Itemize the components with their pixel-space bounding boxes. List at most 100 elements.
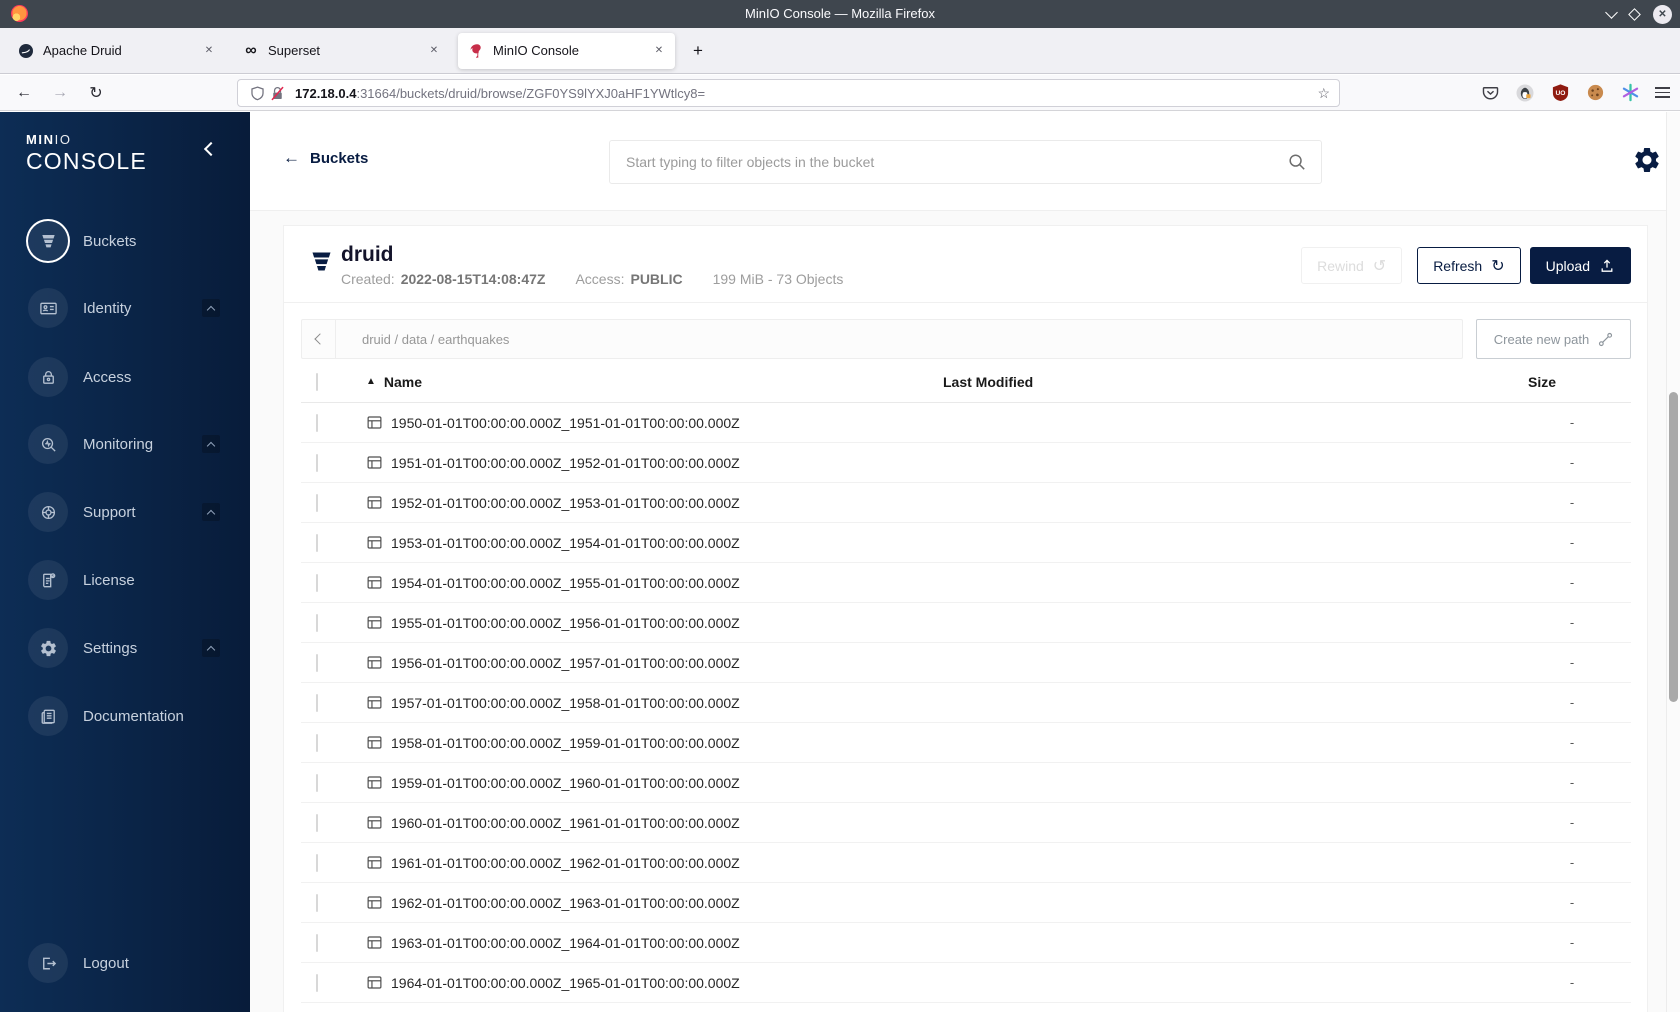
ublock-icon[interactable]: UO (1550, 83, 1570, 103)
sidebar-item-identity[interactable]: Identity (28, 284, 224, 332)
back-label: Buckets (310, 149, 369, 167)
minio-app: MINIO CONSOLE Buckets Identity Access Mo… (0, 112, 1680, 1012)
row-checkbox[interactable] (316, 773, 318, 792)
scrollbar-thumb[interactable] (1669, 392, 1678, 702)
table-row[interactable]: 1950-01-01T00:00:00.000Z_1951-01-01T00:0… (301, 403, 1631, 443)
sidebar-item-label: Identity (83, 299, 132, 317)
logout-icon (39, 954, 58, 973)
tab-close-icon[interactable]: ✕ (424, 41, 444, 61)
row-checkbox[interactable] (316, 533, 318, 552)
object-name: 1951-01-01T00:00:00.000Z_1952-01-01T00:0… (391, 454, 740, 471)
sidebar-item-logout[interactable]: Logout (28, 939, 224, 987)
row-checkbox[interactable] (316, 573, 318, 592)
select-all-checkbox[interactable] (316, 372, 318, 391)
extension-penguin-icon[interactable] (1515, 83, 1535, 103)
tab-minio-console[interactable]: MinIO Console ✕ (458, 32, 675, 69)
refresh-button[interactable]: Refresh ↻ (1417, 247, 1521, 284)
row-checkbox[interactable] (316, 933, 318, 952)
row-checkbox[interactable] (316, 973, 318, 992)
row-checkbox[interactable] (316, 693, 318, 712)
table-row[interactable]: 1953-01-01T00:00:00.000Z_1954-01-01T00:0… (301, 523, 1631, 563)
window-title: MinIO Console — Mozilla Firefox (745, 6, 935, 21)
insecure-lock-icon[interactable] (267, 83, 287, 103)
search-input[interactable] (624, 153, 1287, 171)
tab-superset[interactable]: ∞ Superset ✕ (233, 33, 450, 69)
object-file-icon (366, 974, 383, 991)
table-row[interactable]: 1957-01-01T00:00:00.000Z_1958-01-01T00:0… (301, 683, 1631, 723)
sidebar-item-access[interactable]: Access (28, 353, 224, 401)
row-checkbox[interactable] (316, 413, 318, 432)
sidebar-item-label: Monitoring (83, 435, 154, 453)
maximize-icon[interactable] (1628, 7, 1641, 21)
content-area: druid Created: 2022-08-15T14:08:47Z Acce… (250, 212, 1680, 1012)
tab-close-icon[interactable]: ✕ (199, 41, 219, 61)
column-last-modified[interactable]: Last Modified (933, 374, 1513, 390)
settings-gear-icon[interactable] (1632, 145, 1662, 175)
table-row[interactable]: 1954-01-01T00:00:00.000Z_1955-01-01T00:0… (301, 563, 1631, 603)
table-row[interactable]: 1961-01-01T00:00:00.000Z_1962-01-01T00:0… (301, 843, 1631, 883)
row-checkbox[interactable] (316, 813, 318, 832)
sort-asc-icon[interactable]: ▲ (366, 376, 376, 387)
row-checkbox[interactable] (316, 613, 318, 632)
row-checkbox[interactable] (316, 733, 318, 752)
url-bar[interactable]: 172.18.0.4:31664/buckets/druid/browse/ZG… (237, 79, 1340, 107)
column-size[interactable]: Size (1513, 374, 1631, 390)
table-row[interactable]: 1955-01-01T00:00:00.000Z_1956-01-01T00:0… (301, 603, 1631, 643)
tab-apache-druid[interactable]: Apache Druid ✕ (8, 33, 225, 69)
table-row[interactable]: 1956-01-01T00:00:00.000Z_1957-01-01T00:0… (301, 643, 1631, 683)
chevron-up-icon[interactable] (202, 299, 220, 317)
object-file-icon (366, 494, 383, 511)
shield-icon[interactable] (247, 83, 267, 103)
object-file-icon (366, 774, 383, 791)
sidebar-item-license[interactable]: License (28, 556, 224, 604)
table-row[interactable]: 1964-01-01T00:00:00.000Z_1965-01-01T00:0… (301, 963, 1631, 1003)
screen: MinIO Console — Mozilla Firefox ✕ Apache… (0, 0, 1680, 1012)
chevron-up-icon[interactable] (202, 503, 220, 521)
table-row[interactable]: 1960-01-01T00:00:00.000Z_1961-01-01T00:0… (301, 803, 1631, 843)
session-manager-icon[interactable] (1620, 83, 1640, 103)
column-name[interactable]: Name (384, 374, 422, 390)
tab-bar: Apache Druid ✕ ∞ Superset ✕ MinIO Consol… (0, 28, 1680, 74)
row-checkbox[interactable] (316, 893, 318, 912)
sidebar-collapse-icon[interactable] (203, 141, 219, 157)
path-back-button[interactable] (302, 320, 336, 358)
browse-bar: druid / data / earthquakes Create new pa… (301, 319, 1631, 359)
row-checkbox[interactable] (316, 653, 318, 672)
object-file-icon (366, 454, 383, 471)
table-row[interactable]: 1963-01-01T00:00:00.000Z_1964-01-01T00:0… (301, 923, 1631, 963)
chevron-up-icon[interactable] (202, 435, 220, 453)
object-name: 1963-01-01T00:00:00.000Z_1964-01-01T00:0… (391, 934, 740, 951)
breadcrumb[interactable]: druid / data / earthquakes (362, 332, 509, 347)
reload-icon[interactable]: ↻ (80, 75, 112, 110)
back-icon[interactable]: ← (8, 75, 40, 110)
tab-close-icon[interactable]: ✕ (649, 41, 669, 61)
close-icon[interactable]: ✕ (1653, 4, 1672, 24)
sidebar-item-settings[interactable]: Settings (28, 624, 224, 672)
table-row[interactable]: 1958-01-01T00:00:00.000Z_1959-01-01T00:0… (301, 723, 1631, 763)
page-scrollbar[interactable] (1666, 112, 1680, 1012)
table-row[interactable]: 1959-01-01T00:00:00.000Z_1960-01-01T00:0… (301, 763, 1631, 803)
table-row[interactable]: 1951-01-01T00:00:00.000Z_1952-01-01T00:0… (301, 443, 1631, 483)
bookmark-star-icon[interactable]: ☆ (1317, 85, 1330, 102)
table-row[interactable]: 1962-01-01T00:00:00.000Z_1963-01-01T00:0… (301, 883, 1631, 923)
upload-button[interactable]: Upload (1529, 247, 1631, 284)
row-checkbox[interactable] (316, 493, 318, 512)
cookie-icon[interactable] (1585, 83, 1605, 103)
sidebar-item-monitoring[interactable]: Monitoring (28, 420, 224, 468)
page-header: ← Buckets (250, 112, 1680, 211)
sidebar-item-documentation[interactable]: Documentation (28, 692, 224, 740)
menu-icon[interactable] (1655, 86, 1670, 99)
sidebar-item-buckets[interactable]: Buckets (28, 217, 224, 265)
row-checkbox[interactable] (316, 453, 318, 472)
row-checkbox[interactable] (316, 853, 318, 872)
pocket-icon[interactable] (1480, 83, 1500, 103)
rewind-button[interactable]: Rewind ↺ (1301, 247, 1403, 284)
table-row[interactable]: 1952-01-01T00:00:00.000Z_1953-01-01T00:0… (301, 483, 1631, 523)
new-tab-button[interactable]: + (683, 36, 713, 66)
forward-icon[interactable]: → (44, 75, 76, 110)
create-new-path-button[interactable]: Create new path (1476, 319, 1631, 359)
sidebar-item-support[interactable]: Support (28, 488, 224, 536)
chevron-up-icon[interactable] (202, 639, 220, 657)
minimize-icon[interactable] (1605, 5, 1618, 19)
back-to-buckets-link[interactable]: ← Buckets (283, 148, 368, 168)
